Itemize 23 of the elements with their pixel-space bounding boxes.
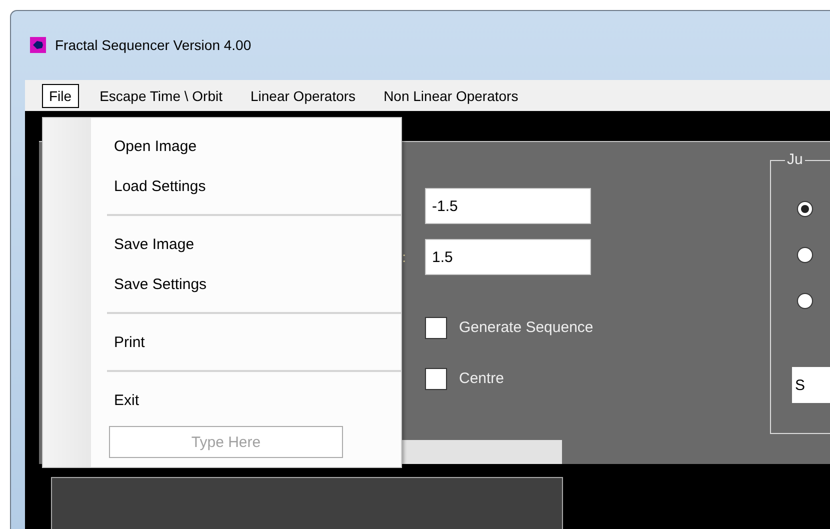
menu-bar-item[interactable]: Non Linear Operators (376, 84, 526, 108)
menu-item[interactable]: Save Image (43, 224, 401, 264)
field-label: : (402, 249, 406, 265)
menu-item[interactable]: Exit (43, 380, 401, 420)
radio-button[interactable] (797, 247, 813, 263)
checkbox[interactable] (425, 368, 447, 390)
checkbox-label: Generate Sequence (459, 319, 594, 336)
menu-item[interactable]: Load Settings (43, 166, 401, 206)
window-title: Fractal Sequencer Version 4.00 (55, 37, 252, 53)
input-field[interactable]: S (792, 367, 830, 403)
menu-bar-item[interactable]: Escape Time \ Orbit (92, 84, 230, 108)
input-field[interactable]: Type Here (109, 426, 343, 458)
menu-item[interactable]: Save Settings (43, 264, 401, 304)
input-field[interactable]: 1.5 (425, 239, 591, 275)
menu-bar-item[interactable]: File (42, 84, 79, 108)
menu-item[interactable]: Open Image (43, 126, 401, 166)
checkbox[interactable] (425, 316, 447, 338)
radio-button[interactable] (797, 201, 813, 217)
checkbox-label: Centre (459, 370, 504, 388)
radio-button[interactable] (797, 293, 813, 309)
menu-bar-item[interactable]: Linear Operators (244, 84, 363, 108)
menu-item[interactable]: Print (43, 322, 401, 362)
input-field[interactable]: -1.5 (425, 188, 591, 224)
